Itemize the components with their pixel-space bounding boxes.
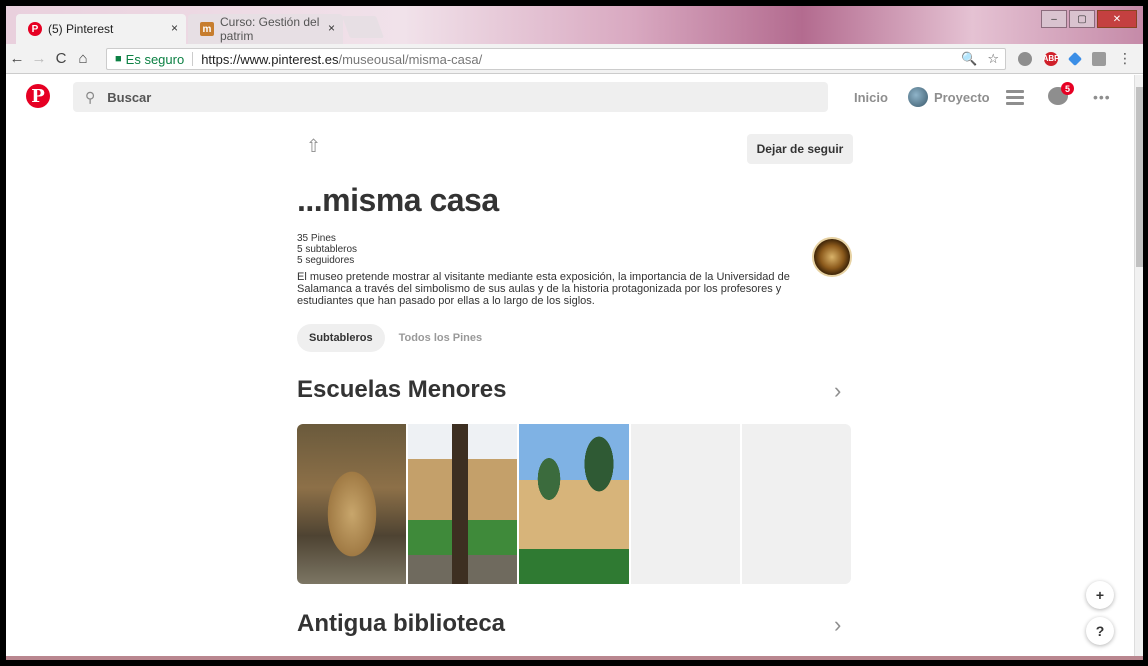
search-icon: ⚲: [85, 88, 96, 105]
scrollbar-thumb[interactable]: [1136, 87, 1143, 267]
url-path: /museousal/misma-casa/: [338, 51, 483, 67]
extension-icons: ABP ⋮: [1018, 50, 1132, 67]
tab-title: Curso: Gestión del patrim: [220, 15, 320, 43]
browser-window: P (5) Pinterest × m Curso: Gestión del p…: [6, 6, 1143, 660]
zoom-icon[interactable]: 🔍: [961, 51, 977, 67]
unfollow-button[interactable]: Dejar de seguir: [747, 134, 853, 164]
chevron-right-icon[interactable]: ›: [834, 612, 841, 638]
avatar[interactable]: [907, 87, 928, 107]
graduation-cap-extension-icon[interactable]: [1067, 51, 1083, 66]
share-icon[interactable]: ⇧: [306, 136, 321, 157]
tab-all-pins[interactable]: Todos los Pines: [399, 332, 483, 344]
pin-thumbnail[interactable]: [408, 424, 518, 584]
pin-thumbnail[interactable]: [519, 424, 629, 584]
divider: [192, 52, 194, 66]
board-tabs: Subtableros Todos los Pines: [297, 324, 482, 352]
forward-icon[interactable]: →: [28, 50, 50, 67]
followers-count[interactable]: 5 seguidores: [297, 255, 357, 266]
more-options-icon[interactable]: •••: [1093, 89, 1111, 105]
empty-thumbnail: [630, 424, 740, 584]
profile-link[interactable]: Proyecto: [934, 90, 990, 105]
home-link[interactable]: Inicio: [854, 90, 888, 105]
browser-toolbar: ← → C ⌂ ■ Es seguro https://www.pinteres…: [6, 44, 1143, 74]
scrollbar[interactable]: [1134, 75, 1143, 660]
url-host: https://www.pinterest.es: [201, 51, 339, 67]
pins-count: 35 Pines: [297, 233, 336, 244]
board-stats: 35 Pines 5 subtableros 5 seguidores: [297, 233, 357, 266]
adblock-extension-icon[interactable]: ABP: [1043, 51, 1059, 66]
minimize-button[interactable]: –: [1041, 10, 1067, 28]
tab-close-icon[interactable]: ×: [328, 21, 335, 35]
tab-strip: P (5) Pinterest × m Curso: Gestión del p…: [6, 6, 1143, 44]
chevron-right-icon[interactable]: ›: [834, 378, 841, 404]
search-placeholder: Buscar: [107, 89, 152, 105]
tab-title: (5) Pinterest: [48, 22, 114, 36]
new-tab-button[interactable]: [341, 16, 385, 38]
section-preview[interactable]: [297, 424, 851, 584]
square-extension-icon[interactable]: [1092, 51, 1106, 66]
empty-thumbnail: [741, 424, 851, 584]
window-controls: – ▢ ✕: [1041, 10, 1137, 28]
tab-pinterest[interactable]: P (5) Pinterest ×: [16, 14, 186, 44]
lock-icon: ■: [115, 53, 122, 65]
pinterest-favicon-icon: P: [28, 22, 42, 36]
header-nav: Inicio Proyecto: [854, 87, 990, 107]
secure-label: Es seguro: [125, 51, 185, 67]
bookmark-star-icon[interactable]: ☆: [987, 51, 999, 67]
back-icon[interactable]: ←: [6, 50, 28, 67]
menu-icon[interactable]: [1006, 90, 1024, 108]
tab-curso[interactable]: m Curso: Gestión del patrim ×: [188, 14, 343, 44]
subboards-count: 5 subtableros: [297, 244, 358, 255]
maximize-button[interactable]: ▢: [1069, 10, 1095, 28]
reload-icon[interactable]: C: [50, 50, 72, 67]
close-window-button[interactable]: ✕: [1097, 10, 1137, 28]
address-bar[interactable]: ■ Es seguro https://www.pinterest.es /mu…: [106, 48, 1006, 70]
tab-close-icon[interactable]: ×: [171, 21, 178, 35]
browser-menu-icon[interactable]: ⋮: [1118, 50, 1132, 67]
home-icon[interactable]: ⌂: [72, 50, 94, 67]
add-button[interactable]: +: [1086, 581, 1114, 609]
section-title[interactable]: Antigua biblioteca: [297, 610, 505, 638]
pinterest-header: P ⚲ Buscar Inicio Proyecto 5 •••: [6, 75, 1132, 119]
board-description: El museo pretende mostrar al visitante m…: [297, 271, 790, 307]
bottom-edge: [6, 656, 1143, 660]
moodle-favicon-icon: m: [200, 22, 214, 36]
help-button[interactable]: ?: [1086, 617, 1114, 645]
board-title: ...misma casa: [297, 182, 499, 218]
pinterest-logo-icon[interactable]: P: [26, 84, 50, 108]
pinterest-extension-icon[interactable]: [1018, 51, 1032, 66]
notification-badge: 5: [1061, 82, 1074, 95]
search-input[interactable]: ⚲ Buscar: [73, 82, 828, 112]
pin-thumbnail[interactable]: [297, 424, 407, 584]
tab-subboards[interactable]: Subtableros: [297, 324, 385, 352]
board-owner-avatar[interactable]: [812, 237, 852, 277]
section-title[interactable]: Escuelas Menores: [297, 376, 506, 404]
